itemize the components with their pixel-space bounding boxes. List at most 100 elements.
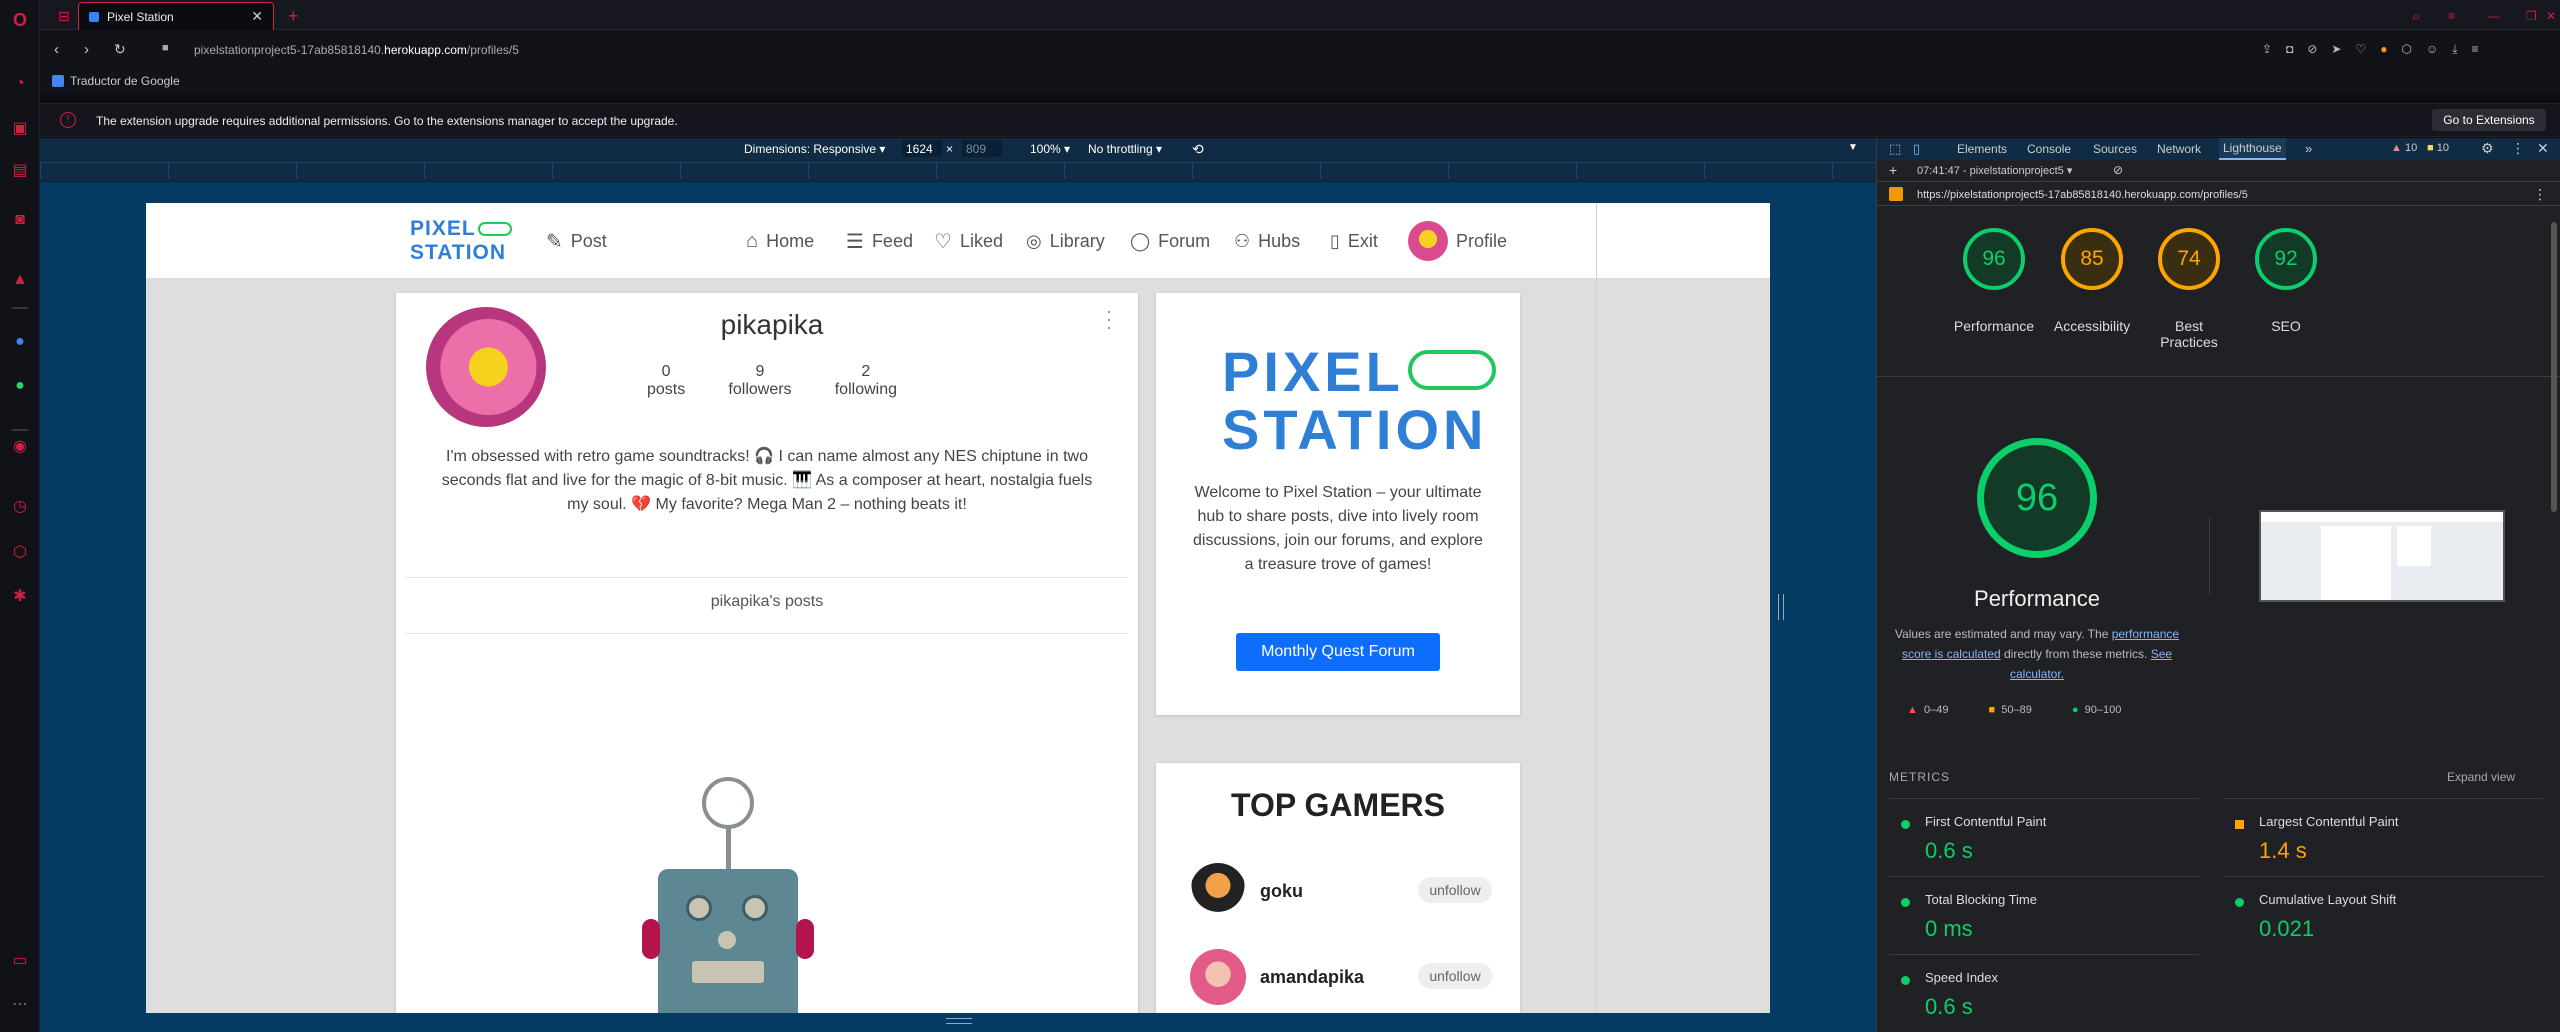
nav-home[interactable]: ⌂ Home: [746, 227, 814, 255]
cube-icon[interactable]: ⬡: [2401, 42, 2411, 57]
history-icon[interactable]: ◷: [8, 494, 32, 518]
tab-console[interactable]: Console: [2027, 138, 2071, 160]
search-tabs-icon[interactable]: ⌕: [2402, 2, 2430, 30]
account-icon[interactable]: ☺: [2426, 42, 2438, 57]
gamer-name[interactable]: amandapika: [1260, 967, 1364, 988]
url-field[interactable]: pixelstationproject5-17ab85818140.heroku…: [194, 43, 519, 57]
tab-pixel-station[interactable]: Pixel Station ✕: [78, 2, 274, 30]
tab-title: Pixel Station: [107, 9, 174, 24]
extensions-icon[interactable]: ⬡: [8, 540, 32, 564]
more-icon[interactable]: ⋯: [8, 992, 32, 1016]
inspect-icon[interactable]: ⬚: [1889, 141, 1901, 157]
player-icon[interactable]: ◉: [8, 434, 32, 458]
settings-icon[interactable]: ✱: [8, 584, 32, 608]
unfollow-button[interactable]: unfollow: [1418, 963, 1492, 989]
address-toolbar: ‹ › ↻ ■ pixelstationproject5-17ab8581814…: [40, 30, 2560, 70]
heart-icon[interactable]: ♡: [2355, 42, 2366, 57]
zoom-select[interactable]: 100% ▾: [1030, 142, 1070, 156]
posts-label: posts: [647, 381, 686, 398]
adblock-icon[interactable]: ⊘: [2307, 42, 2317, 57]
best-practices-gauge[interactable]: 74: [2158, 228, 2220, 290]
devtools-menu-icon[interactable]: ⋮: [2511, 140, 2525, 157]
unfollow-button[interactable]: unfollow: [1418, 877, 1492, 903]
close-window-x[interactable]: ✕: [2536, 2, 2560, 30]
tab-lighthouse[interactable]: Lighthouse: [2219, 138, 2286, 160]
easy-setup-icon[interactable]: ≡: [2438, 2, 2465, 30]
nav-forum[interactable]: ◯ Forum: [1130, 227, 1210, 255]
devtools-settings-icon[interactable]: ⚙: [2481, 140, 2494, 157]
followers-label: followers: [728, 381, 792, 398]
twitch-icon[interactable]: ▤: [8, 158, 32, 182]
devtools-scrollbar[interactable]: [2551, 222, 2557, 512]
nav-liked[interactable]: ♡ Liked: [934, 227, 1003, 255]
go-to-extensions-button[interactable]: Go to Extensions: [2432, 109, 2546, 131]
seo-gauge[interactable]: 92: [2255, 228, 2317, 290]
new-tab-button[interactable]: +: [278, 2, 309, 30]
tab-sources[interactable]: Sources: [2093, 138, 2137, 160]
reload-icon[interactable]: ↻: [114, 41, 126, 58]
legend-pass: ● 90–100: [2071, 704, 2122, 716]
metric-name: Largest Contentful Paint: [2259, 814, 2399, 829]
accessibility-gauge[interactable]: 85: [2061, 228, 2123, 290]
tab-network[interactable]: Network: [2157, 138, 2201, 160]
resize-handle-right[interactable]: [1778, 594, 1784, 620]
devtools-close-icon[interactable]: ✕: [2537, 140, 2549, 157]
site-logo[interactable]: PIXEL STATION: [410, 217, 512, 265]
performance-gauge[interactable]: 96: [1963, 228, 2025, 290]
back-icon[interactable]: ‹: [54, 41, 59, 58]
menu-icon[interactable]: ≡: [2472, 42, 2479, 57]
device-toggle-icon[interactable]: ▯: [1913, 141, 1920, 157]
throttle-select[interactable]: No throttling ▾: [1088, 142, 1162, 156]
report-menu-icon[interactable]: ⋮: [2533, 186, 2547, 203]
expand-view-toggle[interactable]: Expand view: [2447, 770, 2515, 784]
rotate-icon[interactable]: ⟲: [1192, 141, 1204, 158]
tab-menu-icon[interactable]: ⊟: [48, 2, 80, 30]
forward-icon[interactable]: ›: [84, 41, 89, 58]
clear-icon[interactable]: ⊘: [2113, 163, 2123, 177]
issues-count: 10: [2436, 142, 2449, 154]
send-icon[interactable]: ➤: [2331, 42, 2341, 57]
instagram-icon[interactable]: ◙: [8, 208, 32, 232]
width-input[interactable]: 1624: [902, 140, 942, 157]
nav-feed[interactable]: ☰ Feed: [846, 227, 913, 255]
nav-post[interactable]: ✎ Post: [546, 227, 607, 255]
monthly-quest-forum-button[interactable]: Monthly Quest Forum: [1236, 633, 1440, 671]
opera-logo-icon[interactable]: O: [8, 8, 32, 32]
camera-icon[interactable]: ◘: [2286, 42, 2293, 57]
gamer-avatar[interactable]: [1190, 949, 1246, 1005]
close-tab-icon[interactable]: ✕: [251, 8, 263, 25]
gamer-avatar[interactable]: [1190, 863, 1246, 919]
minimize-icon[interactable]: —: [2478, 2, 2510, 30]
report-select[interactable]: 07:41:47 - pixelstationproject5 ▾: [1917, 164, 2072, 177]
wallet-icon[interactable]: ▭: [8, 948, 32, 972]
new-report-icon[interactable]: +: [1889, 162, 1897, 178]
metric-value: 0 ms: [1925, 916, 1973, 941]
nav-library[interactable]: ◎ Library: [1026, 227, 1105, 255]
whatsapp-icon[interactable]: ●: [8, 374, 32, 398]
device-options-icon[interactable]: ▼: [1848, 142, 1858, 153]
warnings-counter[interactable]: ▲ 10: [2391, 142, 2417, 154]
profile-options-icon[interactable]: · · ·: [1106, 302, 1112, 336]
final-screenshot-thumbnail[interactable]: [2259, 510, 2505, 602]
tab-elements[interactable]: Elements: [1957, 138, 2007, 160]
speed-dial-icon[interactable]: ◔: [8, 72, 32, 96]
metric-cls: Cumulative Layout Shift 0.021: [2223, 878, 2523, 954]
nav-hubs[interactable]: ⚇ Hubs: [1234, 227, 1300, 255]
issues-counter[interactable]: ■ 10: [2427, 142, 2449, 154]
dimensions-select[interactable]: Dimensions: Responsive ▾: [744, 142, 885, 156]
nav-exit[interactable]: ▯ Exit: [1330, 227, 1378, 255]
messenger-icon[interactable]: ●: [8, 330, 32, 354]
download-icon[interactable]: ⤓: [2452, 42, 2457, 57]
report-url[interactable]: https://pixelstationproject5-17ab8581814…: [1917, 189, 2248, 201]
aria-icon[interactable]: ▲: [8, 268, 32, 292]
gamer-name[interactable]: goku: [1260, 881, 1303, 902]
welcome-logo-line-2: STATION: [1222, 398, 1488, 461]
extension-g-icon[interactable]: ●: [2380, 42, 2387, 57]
height-input[interactable]: 809: [962, 140, 1002, 157]
share-icon[interactable]: ⇪: [2262, 42, 2272, 57]
nav-profile[interactable]: Profile: [1408, 221, 1507, 261]
shopping-bag-icon[interactable]: ▣: [8, 116, 32, 140]
resize-handle-bottom[interactable]: [946, 1018, 972, 1024]
more-tabs-icon[interactable]: »: [2305, 141, 2312, 156]
bookmark-translate[interactable]: Traductor de Google: [52, 74, 180, 88]
